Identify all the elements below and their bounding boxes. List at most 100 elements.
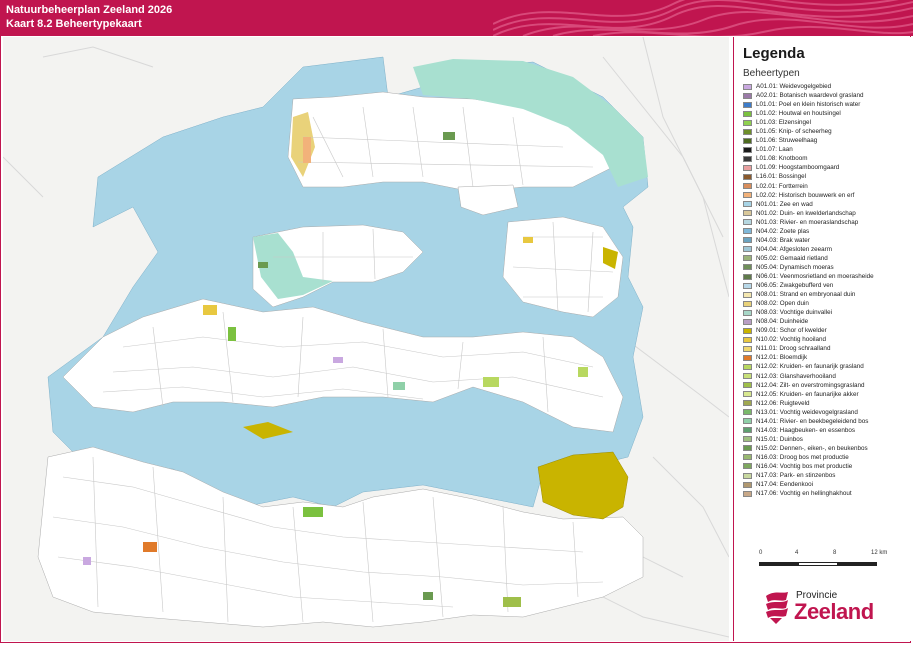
legend-label: N14.03: Haagbeuken- en essenbos [756, 426, 856, 434]
legend-swatch [743, 490, 752, 497]
legend-list: A01.01: Weidevogelgebied A02.01: Botanisc… [743, 82, 874, 498]
scale-tick-label: 8 [833, 550, 837, 556]
legend-swatch [743, 164, 752, 171]
legend-swatch [743, 210, 752, 217]
legend-swatch [743, 101, 752, 108]
legend-item: A02.01: Botanisch waardevol grasland [743, 91, 874, 100]
legend-item: N05.02: Gemaaid rietland [743, 254, 874, 263]
legend-label: N08.02: Open duin [756, 300, 809, 308]
scale-bars [759, 562, 877, 566]
legend-label: L01.03: Elzensingel [756, 119, 811, 127]
legend-swatch [743, 183, 752, 190]
legend-item: N09.01: Schor of kwelder [743, 326, 874, 335]
legend-swatch [743, 92, 752, 99]
legend-swatch [743, 173, 752, 180]
legend-label: N12.04: Zilt- en overstromingsgrasland [756, 381, 865, 389]
legend-item: N12.05: Kruiden- en faunarijke akker [743, 390, 874, 399]
legend-item: L01.03: Elzensingel [743, 118, 874, 127]
legend-item: N06.01: Veenmosrietland en moerasheide [743, 272, 874, 281]
legend-swatch [743, 400, 752, 407]
legend-item: L01.08: Knotboom [743, 154, 874, 163]
legend-swatch [743, 119, 752, 126]
legend-label: N17.06: Vochtig en hellinghakhout [756, 490, 852, 498]
map-canvas[interactable] [3, 37, 729, 641]
legend-swatch [743, 373, 752, 380]
legend-item: N13.01: Vochtig weidevogelgrasland [743, 408, 874, 417]
legend-item: N15.02: Dennen-, eiken-, en beukenbos [743, 444, 874, 453]
legend-swatch [743, 391, 752, 398]
legend-swatch [743, 472, 752, 479]
legend-item: N04.02: Zoete plas [743, 227, 874, 236]
legend-label: N01.01: Zee en wad [756, 200, 813, 208]
legend-item: N11.01: Droog schraalland [743, 344, 874, 353]
legend-title: Legenda [743, 45, 805, 62]
legend-swatch [743, 110, 752, 117]
legend-label: N12.05: Kruiden- en faunarijke akker [756, 390, 859, 398]
legend-item: L01.06: Struweelhaag [743, 136, 874, 145]
legend-label: N12.06: Ruigteveld [756, 399, 810, 407]
legend-subtitle: Beheertypen [743, 68, 800, 79]
legend-item: N17.04: Eendenkooi [743, 480, 874, 489]
legend-label: A02.01: Botanisch waardevol grasland [756, 92, 864, 100]
legend-item: N10.02: Vochtig hooiland [743, 335, 874, 344]
legend-label: L01.09: Hoogstamboomgaard [756, 164, 840, 172]
legend-item: N08.04: Duinheide [743, 317, 874, 326]
legend-swatch [743, 454, 752, 461]
legend-swatch [743, 463, 752, 470]
legend-item: L01.02: Houtwal en houtsingel [743, 109, 874, 118]
legend-label: N04.02: Zoete plas [756, 227, 810, 235]
legend-label: N11.01: Droog schraalland [756, 345, 831, 353]
legend-item: N04.03: Brak water [743, 236, 874, 245]
legend-item: L01.09: Hoogstamboomgaard [743, 163, 874, 172]
legend-item: N01.03: Rivier- en moeraslandschap [743, 218, 874, 227]
legend-item: L01.01: Poel en klein historisch water [743, 100, 874, 109]
legend-label: N16.04: Vochtig bos met productie [756, 462, 853, 470]
legend-item: N08.01: Strand en embryonaal duin [743, 290, 874, 299]
legend-swatch [743, 237, 752, 244]
legend-label: A01.01: Weidevogelgebied [756, 83, 832, 91]
legend-swatch [743, 264, 752, 271]
legend-swatch [743, 155, 752, 162]
legend-label: N15.01: Duinbos [756, 435, 803, 443]
legend-label: N15.02: Dennen-, eiken-, en beukenbos [756, 444, 868, 452]
legend-swatch [743, 309, 752, 316]
zeeland-lion-icon [766, 592, 788, 624]
legend-label: N14.01: Rivier- en beekbegeleidend bos [756, 417, 869, 425]
legend-swatch [743, 273, 752, 280]
legend-item: N06.05: Zwakgebufferd ven [743, 281, 874, 290]
legend-swatch [743, 291, 752, 298]
legend-item: L02.01: Fortterrein [743, 182, 874, 191]
legend-label: N17.04: Eendenkooi [756, 481, 814, 489]
legend-swatch [743, 354, 752, 361]
legend-label: N05.04: Dynamisch moeras [756, 263, 834, 271]
legend-label: N05.02: Gemaaid rietland [756, 254, 828, 262]
legend-item: N08.03: Vochtige duinvallei [743, 308, 874, 317]
map-subtitle: Kaart 8.2 Beheertypekaart [6, 18, 142, 30]
legend-label: L02.02: Historisch bouwwerk en erf [756, 191, 855, 199]
legend-label: N08.04: Duinheide [756, 318, 809, 326]
legend-swatch [743, 345, 752, 352]
legend-label: L02.01: Fortterrein [756, 182, 808, 190]
legend-swatch [743, 137, 752, 144]
legend-swatch [743, 436, 752, 443]
scale-tick-label: 12 km [871, 550, 888, 556]
legend-item: N16.04: Vochtig bos met productie [743, 462, 874, 471]
map-svg [3, 37, 729, 638]
legend-label: N06.05: Zwakgebufferd ven [756, 282, 834, 290]
provincie-zeeland-logo: Provincie Zeeland [762, 588, 892, 630]
legend-item: L16.01: Bossingel [743, 172, 874, 181]
legend-item: N16.03: Droog bos met productie [743, 453, 874, 462]
legend-swatch [743, 363, 752, 370]
legend-swatch [743, 146, 752, 153]
legend-label: L01.05: Knip- of scheerheg [756, 128, 832, 136]
decorative-wave-pattern [493, 0, 913, 36]
legend-swatch [743, 300, 752, 307]
legend-swatch [743, 192, 752, 199]
legend-label: N08.01: Strand en embryonaal duin [756, 291, 856, 299]
legend-label: N08.03: Vochtige duinvallei [756, 309, 832, 317]
scale-tick-label: 4 [795, 550, 799, 556]
legend-label: L01.07: Laan [756, 146, 793, 154]
legend-label: L01.02: Houtwal en houtsingel [756, 110, 841, 118]
legend-swatch [743, 336, 752, 343]
legend-swatch [743, 255, 752, 262]
